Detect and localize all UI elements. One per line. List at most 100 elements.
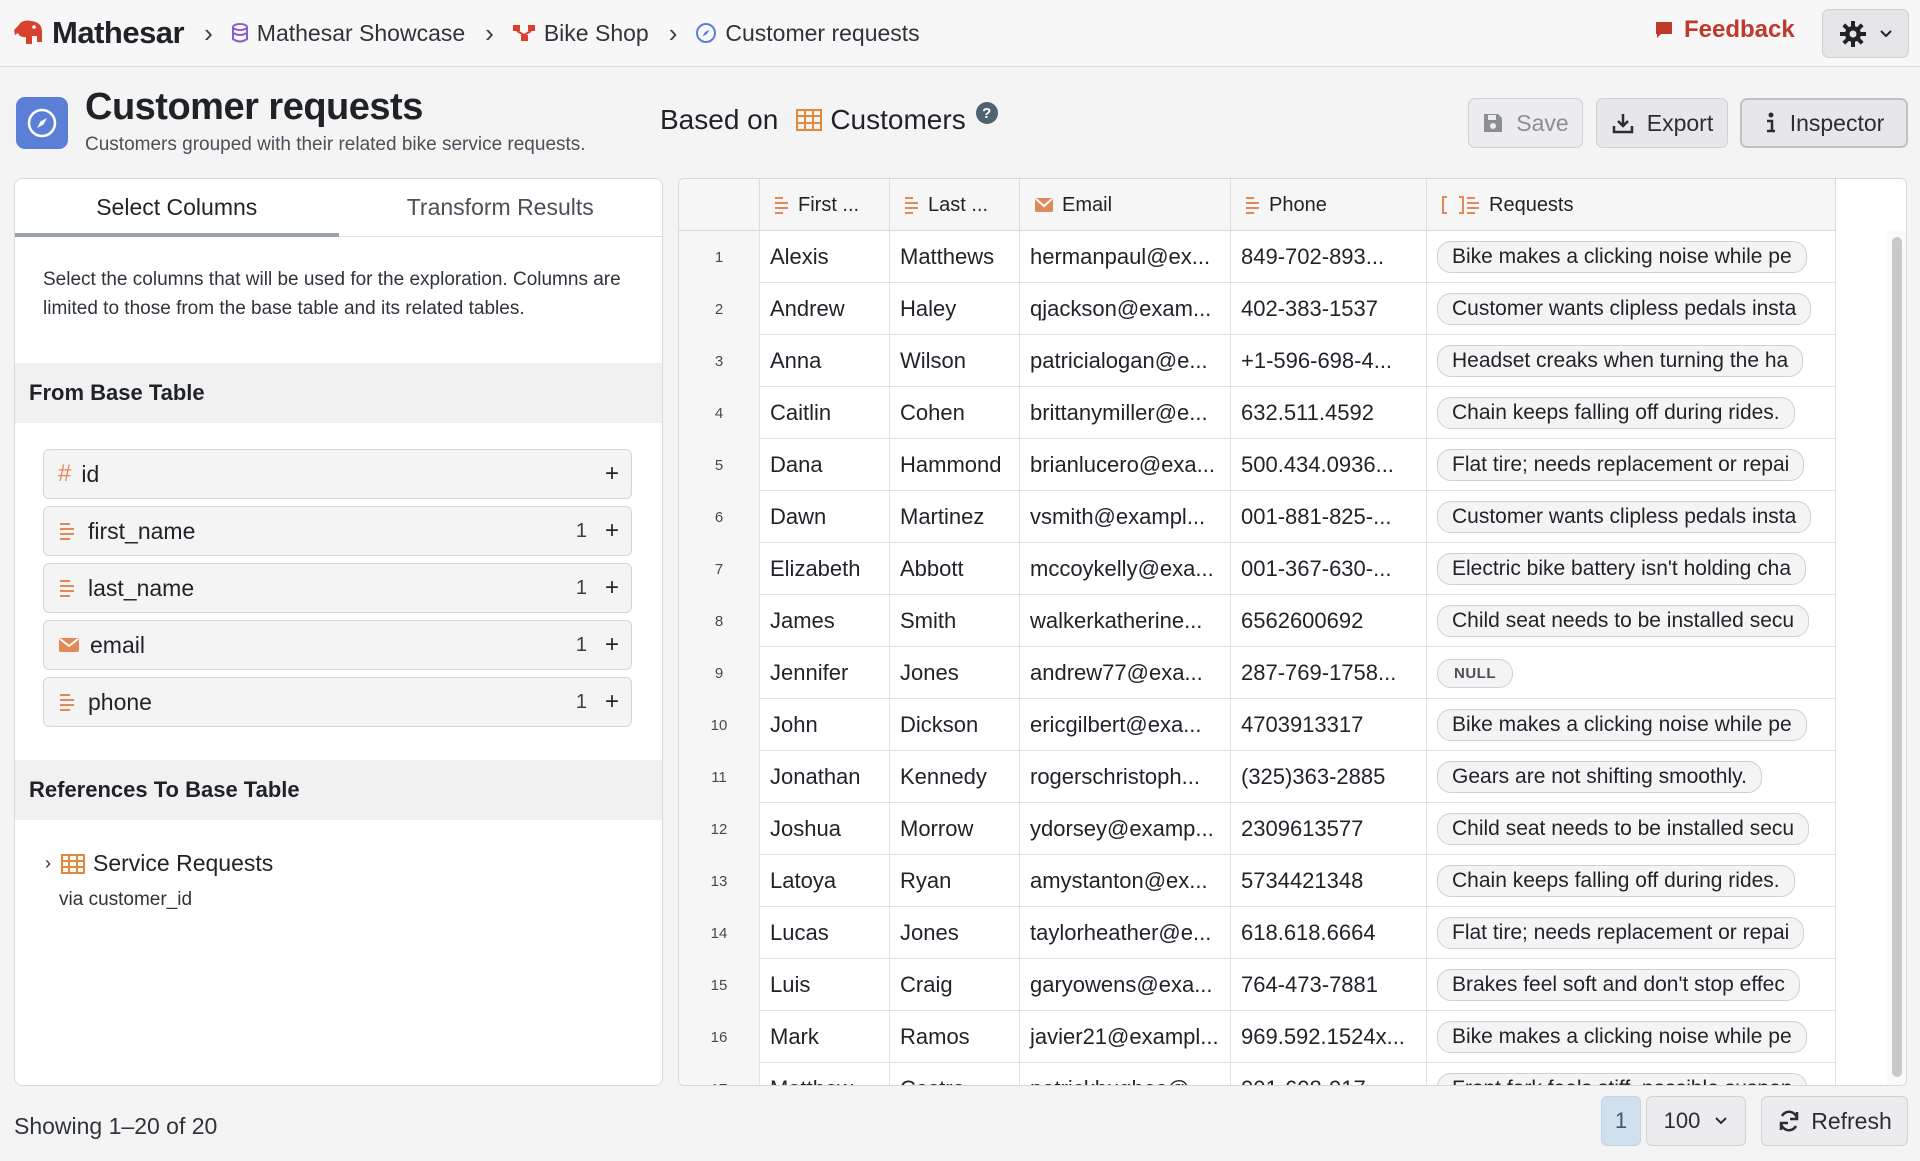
cell-last-name[interactable]: Jones bbox=[890, 907, 1020, 959]
cell-last-name[interactable]: Cohen bbox=[890, 387, 1020, 439]
cell-last-name[interactable]: Matthews bbox=[890, 231, 1020, 283]
cell-phone[interactable]: 5734421348 bbox=[1231, 855, 1427, 907]
settings-button[interactable] bbox=[1822, 9, 1909, 58]
cell-email[interactable]: hermanpaul@ex... bbox=[1020, 231, 1231, 283]
breadcrumb-exploration[interactable]: Customer requests bbox=[695, 20, 920, 47]
refresh-button[interactable]: Refresh bbox=[1761, 1096, 1908, 1146]
column-item-last-name[interactable]: last_name 1 + bbox=[43, 563, 632, 613]
cell-phone[interactable]: 969.592.1524x... bbox=[1231, 1011, 1427, 1063]
add-column-button[interactable]: + bbox=[605, 517, 619, 545]
cell-phone[interactable]: +1-596-698-4... bbox=[1231, 335, 1427, 387]
row-number[interactable]: 8 bbox=[679, 595, 760, 647]
cell-first-name[interactable]: Mark bbox=[760, 1011, 890, 1063]
cell-email[interactable]: vsmith@exampl... bbox=[1020, 491, 1231, 543]
row-number[interactable]: 6 bbox=[679, 491, 760, 543]
inspector-button[interactable]: Inspector bbox=[1740, 98, 1908, 148]
cell-email[interactable]: ericgilbert@exa... bbox=[1020, 699, 1231, 751]
add-column-button[interactable]: + bbox=[605, 460, 619, 488]
cell-first-name[interactable]: Elizabeth bbox=[760, 543, 890, 595]
cell-requests[interactable]: Chain keeps falling off during rides. bbox=[1427, 387, 1836, 439]
feedback-button[interactable]: Feedback bbox=[1654, 16, 1795, 44]
row-number[interactable]: 15 bbox=[679, 959, 760, 1011]
tab-select-columns[interactable]: Select Columns bbox=[15, 179, 339, 237]
cell-requests[interactable]: Customer wants clipless pedals insta bbox=[1427, 491, 1836, 543]
cell-requests[interactable]: NULL bbox=[1427, 647, 1836, 699]
row-number[interactable]: 3 bbox=[679, 335, 760, 387]
cell-requests[interactable]: Headset creaks when turning the ha bbox=[1427, 335, 1836, 387]
cell-last-name[interactable]: Kennedy bbox=[890, 751, 1020, 803]
cell-requests[interactable]: Gears are not shifting smoothly. bbox=[1427, 751, 1836, 803]
cell-email[interactable]: patrickhughes@... bbox=[1020, 1063, 1231, 1085]
cell-phone[interactable]: 618.618.6664 bbox=[1231, 907, 1427, 959]
cell-requests[interactable]: Bike makes a clicking noise while pe bbox=[1427, 231, 1836, 283]
cell-first-name[interactable]: Jonathan bbox=[760, 751, 890, 803]
cell-email[interactable]: ydorsey@examp... bbox=[1020, 803, 1231, 855]
cell-phone[interactable]: 001-881-825-... bbox=[1231, 491, 1427, 543]
row-number[interactable]: 5 bbox=[679, 439, 760, 491]
export-button[interactable]: Export bbox=[1596, 98, 1728, 148]
cell-phone[interactable]: 001-608-917-... bbox=[1231, 1063, 1427, 1085]
row-number[interactable]: 16 bbox=[679, 1011, 760, 1063]
row-number[interactable]: 12 bbox=[679, 803, 760, 855]
row-number[interactable]: 11 bbox=[679, 751, 760, 803]
cell-phone[interactable]: 4703913317 bbox=[1231, 699, 1427, 751]
cell-first-name[interactable]: Anna bbox=[760, 335, 890, 387]
cell-last-name[interactable]: Dickson bbox=[890, 699, 1020, 751]
base-table-link[interactable]: Customers bbox=[830, 104, 965, 136]
page-button[interactable]: 1 bbox=[1601, 1096, 1641, 1146]
cell-phone[interactable]: (325)363-2885 bbox=[1231, 751, 1427, 803]
cell-last-name[interactable]: Ryan bbox=[890, 855, 1020, 907]
column-item-email[interactable]: email 1 + bbox=[43, 620, 632, 670]
row-number[interactable]: 10 bbox=[679, 699, 760, 751]
column-header-email[interactable]: Email bbox=[1020, 179, 1231, 231]
cell-email[interactable]: javier21@exampl... bbox=[1020, 1011, 1231, 1063]
scrollbar-thumb[interactable] bbox=[1892, 237, 1902, 1077]
cell-first-name[interactable]: Andrew bbox=[760, 283, 890, 335]
cell-email[interactable]: rogerschristoph... bbox=[1020, 751, 1231, 803]
cell-phone[interactable]: 764-473-7881 bbox=[1231, 959, 1427, 1011]
cell-first-name[interactable]: Caitlin bbox=[760, 387, 890, 439]
cell-phone[interactable]: 632.511.4592 bbox=[1231, 387, 1427, 439]
cell-last-name[interactable]: Martinez bbox=[890, 491, 1020, 543]
column-header-requests[interactable]: Requests bbox=[1427, 179, 1836, 231]
column-header-last-name[interactable]: Last ... bbox=[890, 179, 1020, 231]
cell-last-name[interactable]: Morrow bbox=[890, 803, 1020, 855]
row-number[interactable]: 13 bbox=[679, 855, 760, 907]
cell-requests[interactable]: Child seat needs to be installed secu bbox=[1427, 803, 1836, 855]
add-column-button[interactable]: + bbox=[605, 688, 619, 716]
cell-phone[interactable]: 500.434.0936... bbox=[1231, 439, 1427, 491]
cell-email[interactable]: brittanymiller@e... bbox=[1020, 387, 1231, 439]
reference-service-requests[interactable]: › Service Requests bbox=[45, 850, 662, 877]
cell-last-name[interactable]: Jones bbox=[890, 647, 1020, 699]
cell-email[interactable]: garyowens@exa... bbox=[1020, 959, 1231, 1011]
cell-email[interactable]: walkerkatherine... bbox=[1020, 595, 1231, 647]
cell-requests[interactable]: Flat tire; needs replacement or repai bbox=[1427, 907, 1836, 959]
cell-requests[interactable]: Front fork feels stiff, possible suspen bbox=[1427, 1063, 1836, 1085]
cell-last-name[interactable]: Haley bbox=[890, 283, 1020, 335]
cell-email[interactable]: andrew77@exa... bbox=[1020, 647, 1231, 699]
row-number[interactable]: 7 bbox=[679, 543, 760, 595]
row-number[interactable]: 14 bbox=[679, 907, 760, 959]
cell-last-name[interactable]: Abbott bbox=[890, 543, 1020, 595]
column-item-phone[interactable]: phone 1 + bbox=[43, 677, 632, 727]
cell-first-name[interactable]: Luis bbox=[760, 959, 890, 1011]
cell-first-name[interactable]: Alexis bbox=[760, 231, 890, 283]
cell-email[interactable]: mccoykelly@exa... bbox=[1020, 543, 1231, 595]
breadcrumb-database[interactable]: Mathesar Showcase bbox=[231, 20, 465, 47]
cell-email[interactable]: qjackson@exam... bbox=[1020, 283, 1231, 335]
cell-requests[interactable]: Electric bike battery isn't holding cha bbox=[1427, 543, 1836, 595]
row-number[interactable]: 4 bbox=[679, 387, 760, 439]
cell-first-name[interactable]: Dana bbox=[760, 439, 890, 491]
cell-last-name[interactable]: Ramos bbox=[890, 1011, 1020, 1063]
column-header-phone[interactable]: Phone bbox=[1231, 179, 1427, 231]
row-number[interactable]: 1 bbox=[679, 231, 760, 283]
cell-phone[interactable]: 402-383-1537 bbox=[1231, 283, 1427, 335]
cell-first-name[interactable]: John bbox=[760, 699, 890, 751]
cell-first-name[interactable]: Matthew bbox=[760, 1063, 890, 1085]
cell-first-name[interactable]: Dawn bbox=[760, 491, 890, 543]
row-number[interactable]: 17 bbox=[679, 1063, 760, 1085]
add-column-button[interactable]: + bbox=[605, 631, 619, 659]
column-item-first-name[interactable]: first_name 1 + bbox=[43, 506, 632, 556]
cell-requests[interactable]: Flat tire; needs replacement or repai bbox=[1427, 439, 1836, 491]
cell-requests[interactable]: Child seat needs to be installed secu bbox=[1427, 595, 1836, 647]
